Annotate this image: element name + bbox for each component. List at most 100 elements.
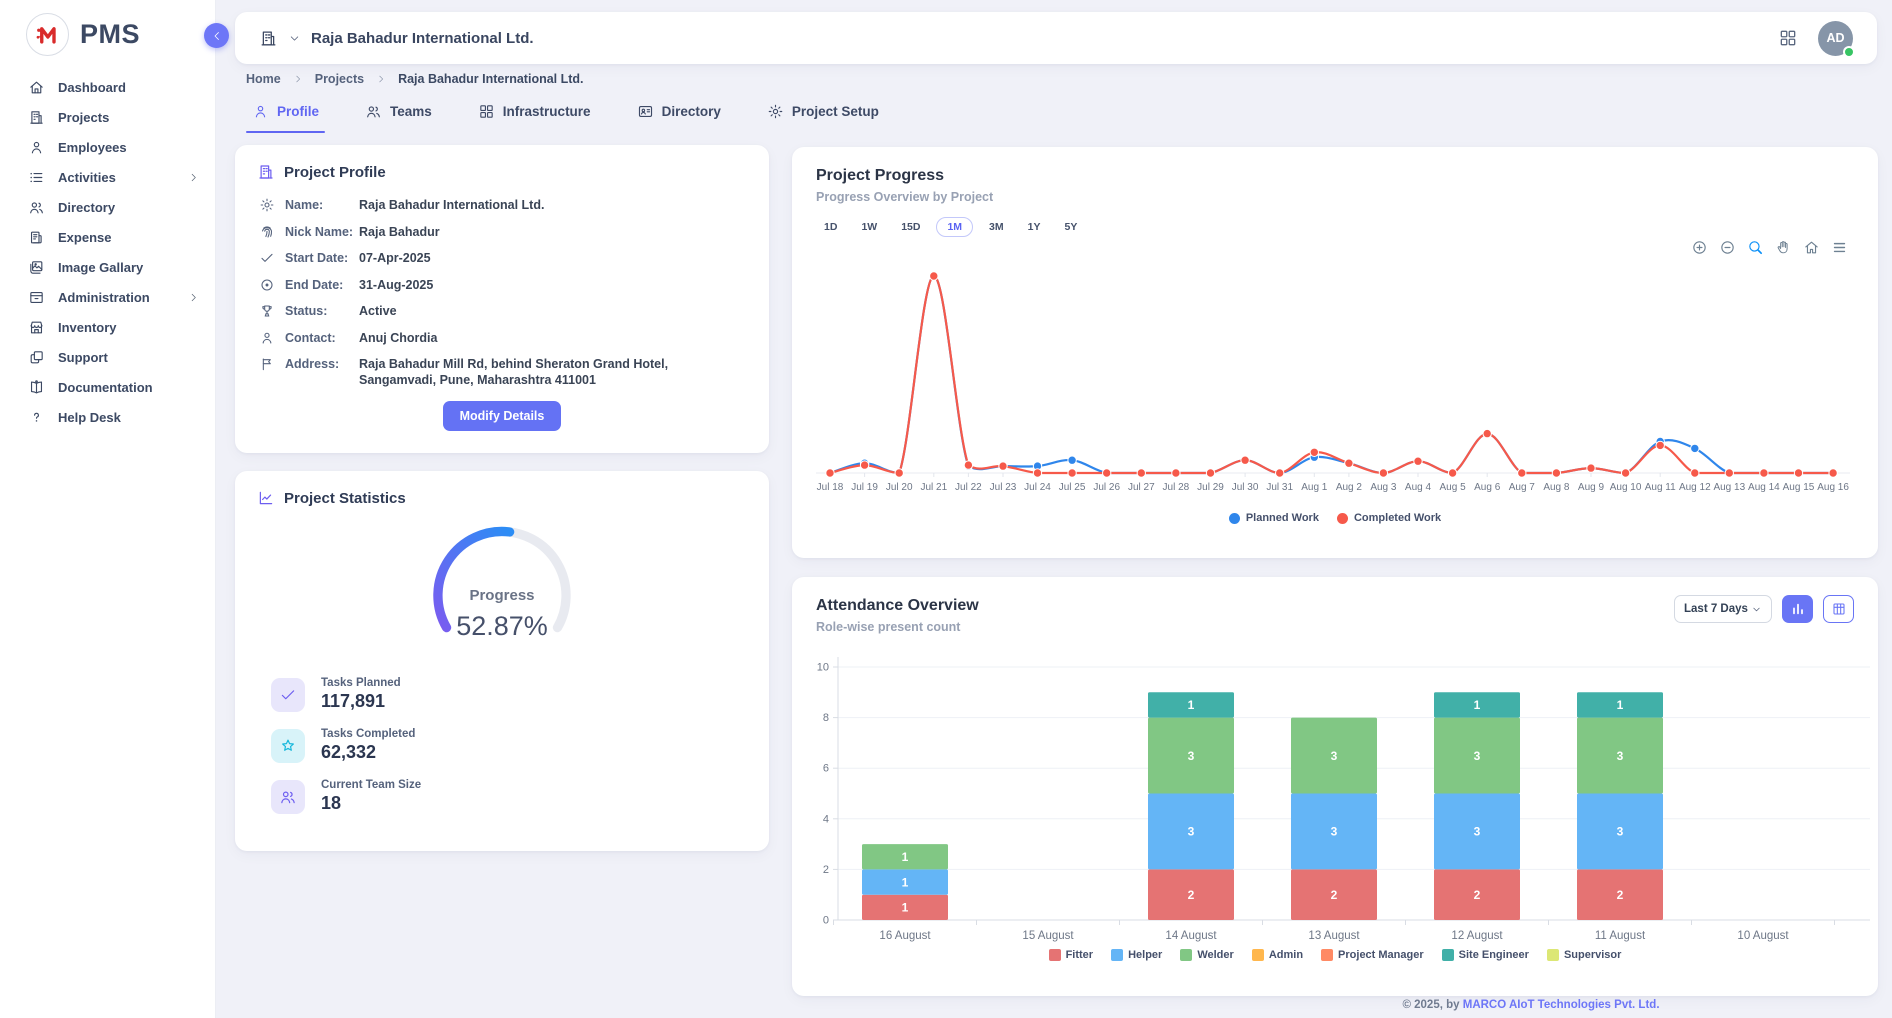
gallery-icon [28, 259, 45, 276]
svg-text:1: 1 [902, 875, 909, 889]
svg-text:3: 3 [1188, 825, 1195, 839]
legend-swatch [1111, 949, 1123, 961]
svg-text:3: 3 [1188, 749, 1195, 763]
sidebar-item-activities[interactable]: Activities [0, 162, 215, 192]
user-icon [259, 330, 275, 346]
legend-marker [1229, 513, 1240, 524]
svg-text:2: 2 [1617, 888, 1624, 902]
legend-fitter[interactable]: Fitter [1049, 949, 1094, 961]
tab-project-setup[interactable]: Project Setup [767, 103, 879, 133]
apps-grid-button[interactable] [1778, 28, 1798, 48]
sidebar-item-image-gallary[interactable]: Image Gallary [0, 252, 215, 282]
svg-text:Jul 31: Jul 31 [1266, 482, 1293, 493]
profile-row-value: Active [359, 303, 397, 319]
sidebar-item-label: Image Gallary [58, 260, 143, 275]
tab-label: Infrastructure [503, 104, 591, 119]
legend-helper[interactable]: Helper [1111, 949, 1162, 961]
range-button-1w[interactable]: 1W [853, 217, 885, 237]
svg-text:14 August: 14 August [1165, 930, 1217, 942]
project-statistics-card: Project Statistics Progress 52.87% Tasks… [235, 471, 769, 851]
sidebar-item-directory[interactable]: Directory [0, 192, 215, 222]
legend-completed-work[interactable]: Completed Work [1337, 512, 1441, 524]
table-view-button[interactable] [1823, 595, 1854, 623]
range-button-1y[interactable]: 1Y [1020, 217, 1049, 237]
breadcrumb-item-projects[interactable]: Projects [315, 72, 364, 86]
tab-teams[interactable]: Teams [365, 103, 432, 133]
range-button-3m[interactable]: 3M [981, 217, 1012, 237]
legend-welder[interactable]: Welder [1180, 949, 1233, 961]
svg-text:Aug 14: Aug 14 [1748, 482, 1780, 493]
project-statistics-title: Project Statistics [257, 489, 747, 507]
tab-infrastructure[interactable]: Infrastructure [478, 103, 591, 133]
legend-admin[interactable]: Admin [1252, 949, 1303, 961]
range-button-15d[interactable]: 15D [893, 217, 928, 237]
sidebar-collapse-button[interactable] [204, 23, 229, 48]
profile-row-value: 07-Apr-2025 [359, 250, 431, 266]
grid-icon [478, 103, 495, 120]
legend-supervisor[interactable]: Supervisor [1547, 949, 1621, 961]
time-range-buttons: 1D 1W 15D 1M 3M 1Y 5Y [816, 217, 1854, 237]
legend-site-engineer[interactable]: Site Engineer [1442, 949, 1529, 961]
modify-details-button[interactable]: Modify Details [443, 401, 562, 431]
sidebar-item-inventory[interactable]: Inventory [0, 312, 215, 342]
profile-row-label: Status: [285, 303, 359, 319]
svg-text:15 August: 15 August [1022, 930, 1074, 942]
svg-text:Aug 11: Aug 11 [1645, 482, 1676, 493]
sidebar-item-dashboard[interactable]: Dashboard [0, 72, 215, 102]
avatar[interactable]: AD [1818, 21, 1853, 56]
user-icon [28, 139, 45, 156]
app-name: PMS [80, 19, 140, 50]
sidebar-item-label: Help Desk [58, 410, 121, 425]
svg-text:Aug 1: Aug 1 [1301, 482, 1328, 493]
svg-text:Jul 29: Jul 29 [1197, 482, 1224, 493]
svg-text:Jul 20: Jul 20 [886, 482, 913, 493]
range-button-1m[interactable]: 1M [936, 217, 973, 237]
project-progress-subtitle: Progress Overview by Project [816, 190, 1854, 204]
sidebar-item-support[interactable]: Support [0, 342, 215, 372]
legend-label: Completed Work [1354, 512, 1441, 524]
sidebar-item-employees[interactable]: Employees [0, 132, 215, 162]
svg-text:Aug 7: Aug 7 [1509, 482, 1536, 493]
legend-marker [1337, 513, 1348, 524]
svg-text:10: 10 [817, 662, 829, 674]
svg-text:4: 4 [823, 813, 829, 825]
svg-text:16 August: 16 August [879, 930, 931, 942]
attendance-range-select[interactable]: Last 7 Days [1674, 595, 1772, 623]
sidebar-item-expense[interactable]: Expense [0, 222, 215, 252]
sidebar-item-projects[interactable]: Projects [0, 102, 215, 132]
stat-icon-box [271, 729, 305, 763]
breadcrumb-item-home[interactable]: Home [246, 72, 281, 86]
svg-text:Jul 27: Jul 27 [1128, 482, 1155, 493]
legend-swatch [1049, 949, 1061, 961]
range-button-5y[interactable]: 5Y [1056, 217, 1085, 237]
project-profile-title: Project Profile [257, 163, 747, 181]
tab-profile[interactable]: Profile [252, 103, 319, 133]
range-button-1d[interactable]: 1D [816, 217, 845, 237]
sidebar-item-help-desk[interactable]: Help Desk [0, 402, 215, 432]
tab-directory[interactable]: Directory [637, 103, 721, 133]
company-selector[interactable]: Raja Bahadur International Ltd. [259, 29, 534, 48]
svg-text:3: 3 [1617, 825, 1624, 839]
svg-text:Aug 6: Aug 6 [1474, 482, 1501, 493]
tab-label: Teams [390, 104, 432, 119]
profile-row-start-date: Start Date:07-Apr-2025 [257, 250, 747, 266]
legend-label: Welder [1197, 949, 1233, 961]
svg-text:Aug 3: Aug 3 [1370, 482, 1397, 493]
svg-text:Aug 4: Aug 4 [1405, 482, 1432, 493]
legend-project-manager[interactable]: Project Manager [1321, 949, 1424, 961]
project-progress-title: Project Progress [816, 167, 1854, 185]
attendance-overview-card: Attendance Overview Role-wise present co… [792, 577, 1878, 996]
bar-view-button[interactable] [1782, 595, 1813, 623]
legend-label: Planned Work [1246, 512, 1319, 524]
sidebar-item-administration[interactable]: Administration [0, 282, 215, 312]
sidebar-nav: DashboardProjectsEmployeesActivitiesDire… [0, 72, 215, 432]
target-icon [259, 277, 275, 293]
stat-current-team-size: Current Team Size18 [271, 779, 747, 814]
stat-text: Tasks Planned117,891 [321, 677, 401, 712]
sidebar-item-documentation[interactable]: Documentation [0, 372, 215, 402]
profile-row-address: Address:Raja Bahadur Mill Rd, behind She… [257, 356, 747, 388]
legend-planned-work[interactable]: Planned Work [1229, 512, 1319, 524]
company-name: Raja Bahadur International Ltd. [311, 30, 534, 47]
footer-link[interactable]: MARCO AIoT Technologies Pvt. Ltd. [1463, 999, 1660, 1011]
stat-label: Current Team Size [321, 779, 421, 791]
